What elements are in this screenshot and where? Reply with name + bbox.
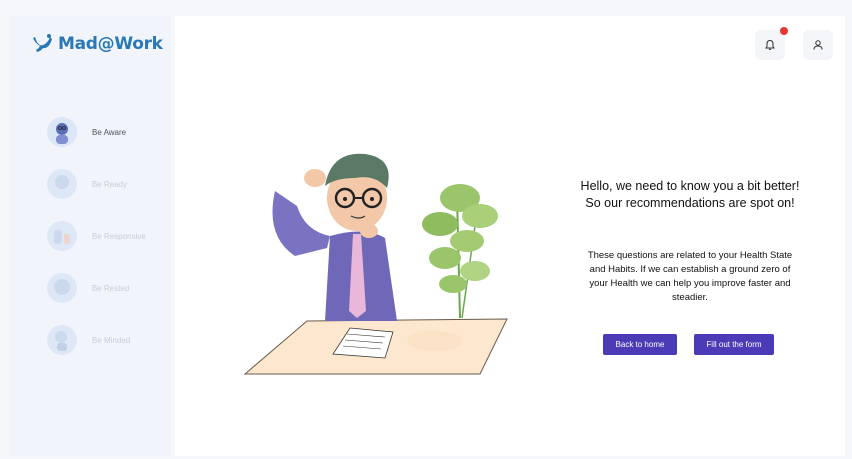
be-rested-avatar-icon xyxy=(46,272,78,304)
sidebar-item-label: Be Minded xyxy=(92,335,131,345)
logo-text: Mad@Work xyxy=(58,34,163,54)
sidebar-item-be-minded[interactable]: Be Minded xyxy=(46,314,146,366)
fill-out-form-button[interactable]: Fill out the form xyxy=(694,334,774,355)
app-frame: Mad@Work Be Aware Be Ready Be Responsive… xyxy=(0,0,852,459)
sidebar-item-be-ready[interactable]: Be Ready xyxy=(46,158,146,210)
sidebar-item-label: Be Ready xyxy=(92,179,128,189)
sidebar-nav: Be Aware Be Ready Be Responsive Be Reste… xyxy=(46,106,146,366)
sidebar-item-label: Be Aware xyxy=(92,127,127,137)
be-aware-avatar-icon xyxy=(46,116,78,148)
sidebar-item-be-aware[interactable]: Be Aware xyxy=(46,106,146,158)
logo-icon xyxy=(33,34,52,52)
main-panel: Hello, we need to know you a bit better!… xyxy=(175,16,845,456)
be-responsive-avatar-icon xyxy=(46,220,78,252)
be-ready-avatar-icon xyxy=(46,168,78,200)
bell-icon xyxy=(765,39,775,50)
sidebar-item-label: Be Responsive xyxy=(92,231,146,241)
page-headline: Hello, we need to know you a bit better!… xyxy=(580,179,800,210)
plant-icon xyxy=(422,184,498,319)
sidebar-item-be-responsive[interactable]: Be Responsive xyxy=(46,210,146,262)
logo[interactable]: Mad@Work xyxy=(32,33,163,55)
thinking-man-illustration xyxy=(243,153,508,375)
sidebar-item-be-rested[interactable]: Be Rested xyxy=(46,262,146,314)
back-to-home-button[interactable]: Back to home xyxy=(603,334,677,355)
be-minded-avatar-icon xyxy=(46,324,78,356)
profile-button[interactable] xyxy=(803,30,833,60)
notification-button[interactable] xyxy=(755,27,788,60)
notification-dot xyxy=(780,27,788,35)
page-description: These questions are related to your Heal… xyxy=(587,250,793,303)
sidebar-item-label: Be Rested xyxy=(92,283,130,293)
user-icon xyxy=(813,40,823,50)
